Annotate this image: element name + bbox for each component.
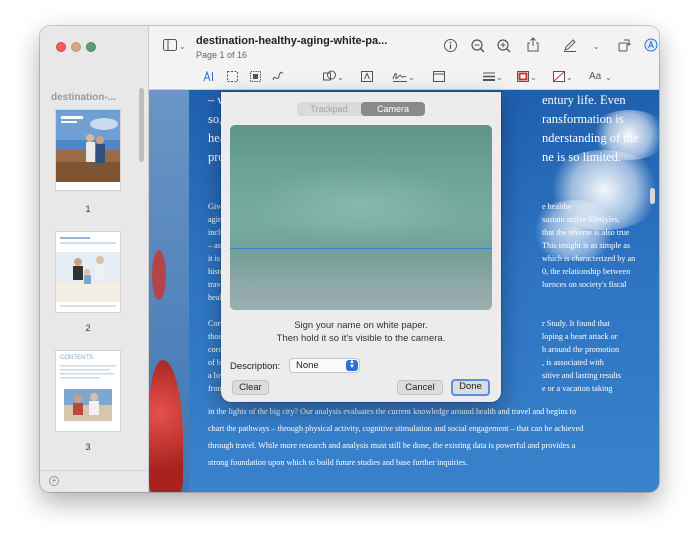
info-icon[interactable] <box>444 39 457 52</box>
description-label: Description: <box>230 361 281 372</box>
zoom-window-button[interactable] <box>86 42 96 52</box>
doc-p1-right-1: e healthy <box>542 202 572 211</box>
zoom-out-icon[interactable] <box>471 39 485 53</box>
share-icon[interactable] <box>527 37 539 52</box>
doc-p2-left-2: thos <box>208 332 222 341</box>
clear-button[interactable]: Clear <box>232 380 269 395</box>
sidebar-footer: + <box>40 470 149 492</box>
doc-p2-right-1: r Study. It found that <box>542 319 610 328</box>
page-number-2: 2 <box>85 323 91 333</box>
doc-p2-right-6: e or a vacation taking <box>542 384 613 393</box>
doc-p2-right-2: loping a heart attack or <box>542 332 618 341</box>
signature-source-segmented-control: Trackpad Camera <box>297 102 425 116</box>
doc-big-line-4-right: ne is so limited. <box>542 150 622 164</box>
doc-p2-right-3: h around the promotion <box>542 345 620 354</box>
doc-big-line-1-right: entury life. Even <box>542 93 626 107</box>
text-select-icon[interactable] <box>203 71 215 82</box>
page-thumbnail-1[interactable] <box>55 109 121 191</box>
sign-icon[interactable] <box>392 69 408 83</box>
page-thumbnail-2[interactable] <box>55 231 121 313</box>
doc-full-line-3: through travel. While more research and … <box>208 441 576 450</box>
page-3-thumbnail-image <box>60 365 116 421</box>
font-icon[interactable]: Aa <box>589 70 601 84</box>
add-page-icon[interactable]: + <box>49 476 59 486</box>
thumbnail-sidebar: destination-... 1 2 CONTENTS 3 + <box>40 26 149 492</box>
font-chevron-icon[interactable]: ⌄ <box>605 71 612 85</box>
sidebar-icon[interactable] <box>163 39 177 51</box>
shapes-icon[interactable] <box>323 70 336 82</box>
line-style-chevron-icon[interactable]: ⌄ <box>496 71 503 85</box>
sidebar-chevron-down-icon[interactable]: ⌄ <box>179 40 186 54</box>
document-scrollbar[interactable] <box>650 188 655 204</box>
doc-full-line-1: in the lights of the big city? Our analy… <box>208 407 577 416</box>
doc-p2-left-4: of b <box>208 358 221 367</box>
rect-select-icon[interactable] <box>227 71 238 82</box>
tab-camera[interactable]: Camera <box>361 102 425 116</box>
camera-glow <box>250 165 470 245</box>
page-thumbnail-3[interactable]: CONTENTS <box>55 350 121 432</box>
doc-big-line-3-right: nderstanding of the <box>542 131 639 145</box>
page-2-thumbnail-image <box>56 232 120 312</box>
zoom-in-icon[interactable] <box>497 39 511 53</box>
rotate-icon[interactable] <box>618 38 632 52</box>
smart-lasso-icon[interactable] <box>250 71 261 82</box>
cover-thumbnail-image <box>56 110 120 190</box>
border-color-chevron-icon[interactable]: ⌄ <box>530 71 537 85</box>
line-style-icon[interactable] <box>483 72 495 81</box>
camera-preview <box>230 125 492 310</box>
minimize-window-button[interactable] <box>71 42 81 52</box>
description-select-value: None <box>296 360 319 371</box>
instruction-line-1: Sign your name on white paper. <box>294 320 428 331</box>
doc-p1-right-4: This insight is as simple as <box>542 241 631 250</box>
close-window-button[interactable] <box>56 42 66 52</box>
page-number-3: 3 <box>85 442 91 452</box>
signature-sheet: Trackpad Camera Sign your name on white … <box>221 92 501 402</box>
markup-pen-icon[interactable] <box>563 38 577 52</box>
description-select[interactable]: None ▲ ▼ <box>289 358 360 373</box>
fill-color-icon[interactable] <box>553 71 565 82</box>
doc-p1-right-7: luences on society's fiscal <box>542 280 627 289</box>
red-figure-top <box>152 250 166 300</box>
done-button[interactable]: Done <box>451 379 490 396</box>
doc-p2-right-4: , is associated with <box>542 358 604 367</box>
shapes-chevron-icon[interactable]: ⌄ <box>337 71 344 85</box>
doc-p1-right-5: which is characterized by an <box>542 254 636 263</box>
camera-preview-lower <box>230 253 492 310</box>
cancel-button[interactable]: Cancel <box>397 380 443 395</box>
border-color-icon[interactable] <box>517 71 529 82</box>
doc-p1-left-4: – as <box>208 241 221 250</box>
doc-big-line-2-right: ransformation is <box>542 112 624 126</box>
instruction-line-2: Then hold it so it's visible to the came… <box>276 333 446 344</box>
doc-p1-left-2: agin <box>208 215 223 224</box>
doc-full-line-2: chart the pathways – through physical ac… <box>208 424 584 433</box>
fill-color-chevron-icon[interactable]: ⌄ <box>566 71 573 85</box>
signature-baseline <box>230 248 492 249</box>
sign-chevron-icon[interactable]: ⌄ <box>408 71 415 85</box>
doc-p1-right-2: sustain active lifestyles, <box>542 215 620 224</box>
doc-p1-right-3: that the reverse is also true <box>542 228 630 237</box>
markup-chevron-down-icon[interactable]: ⌄ <box>593 40 600 54</box>
markup-circle-icon[interactable] <box>644 38 658 52</box>
page-indicator: Page 1 of 16 <box>196 50 248 60</box>
doc-full-line-4: strong foundation upon which to build fu… <box>208 458 468 467</box>
document-title: destination-healthy-aging-white-pa... <box>196 35 388 47</box>
select-arrows-icon: ▲ ▼ <box>346 359 358 371</box>
tab-trackpad[interactable]: Trackpad <box>297 102 361 116</box>
sketch-icon[interactable] <box>272 71 284 82</box>
toolbar: ⌄ destination-healthy-aging-white-pa... … <box>149 26 659 90</box>
textbox-icon[interactable] <box>361 71 373 82</box>
sidebar-scrollbar[interactable] <box>139 88 144 162</box>
doc-p2-right-5: sitive and lasting results <box>542 371 621 380</box>
page-number-1: 1 <box>85 204 91 214</box>
doc-p1-left-5: it is <box>208 254 221 263</box>
doc-p1-right-6: 0, the relationship between <box>542 267 631 276</box>
note-icon[interactable] <box>433 71 445 82</box>
sidebar-doc-title: destination-... <box>51 92 116 103</box>
